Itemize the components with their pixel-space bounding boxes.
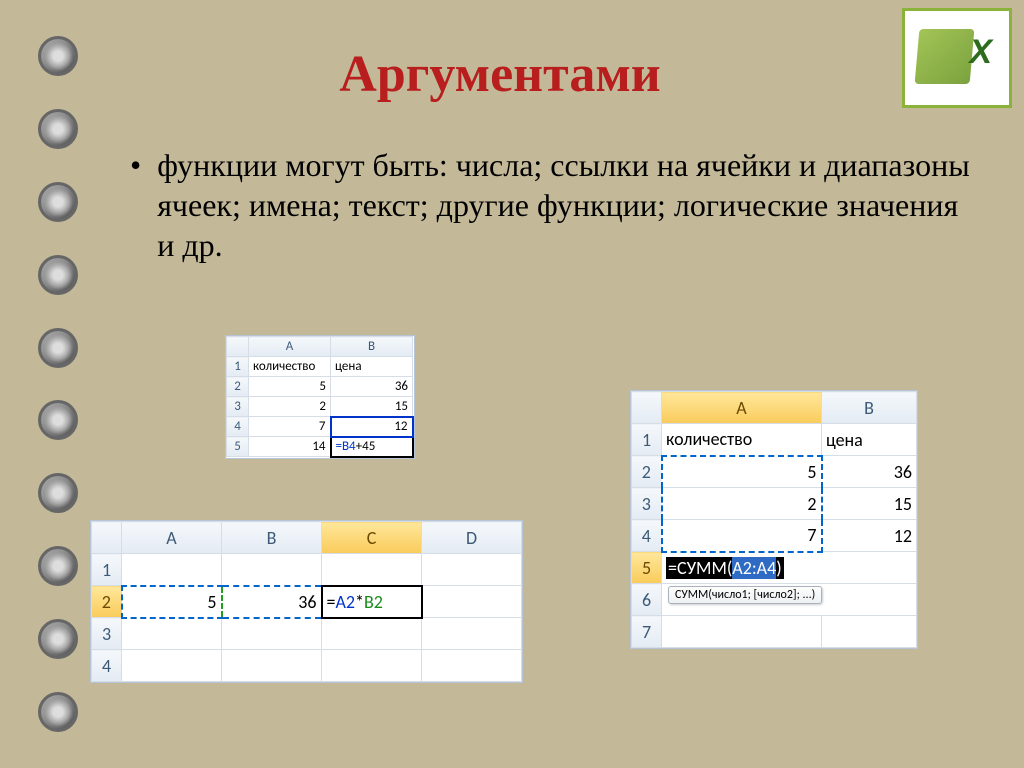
excel-grid-top: A B 1 количество цена 2 5 36 3 2 15 4 7 … (225, 335, 415, 459)
col-header: B (331, 337, 413, 357)
formula-cell: =B4+45 (331, 437, 413, 457)
formula-cell: =A2*B2 (322, 586, 422, 618)
slide-background: X Аргументами • функции могут быть: числ… (0, 0, 1024, 768)
function-tooltip: СУММ(число1; [число2]; ...) (668, 586, 822, 604)
excel-grid-right: A B 1 количество цена 2 5 36 3 2 15 4 7 … (630, 390, 918, 649)
select-all-corner (227, 337, 249, 357)
spiral-binding (38, 0, 88, 768)
body-content: функции могут быть: числа; ссылки на яче… (157, 145, 970, 265)
excel-logo-icon: X (902, 8, 1012, 108)
formula-cell: =СУММ(A2:A4) (662, 552, 917, 584)
bullet-icon: • (130, 145, 141, 265)
body-text: • функции могут быть: числа; ссылки на я… (130, 145, 970, 265)
slide-title: Аргументами (130, 45, 870, 104)
col-header: A (249, 337, 331, 357)
excel-grid-bottom-left: A B C D 1 2 5 36 =A2*B2 3 4 (90, 520, 523, 683)
